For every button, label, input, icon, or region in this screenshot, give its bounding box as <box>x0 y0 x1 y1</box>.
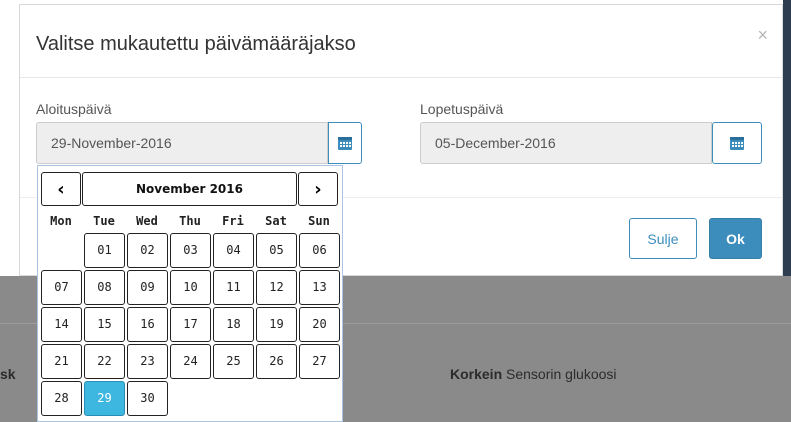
calendar-day[interactable]: 16 <box>127 307 168 342</box>
calendar-day[interactable]: 15 <box>84 307 125 342</box>
weekday-header: Thu <box>179 214 201 228</box>
calendar-day[interactable]: 07 <box>41 270 82 305</box>
background-label-bold: Korkein <box>450 366 503 382</box>
calendar-day[interactable]: 21 <box>41 344 82 379</box>
calendar-day[interactable]: 01 <box>84 233 125 268</box>
calendar-day[interactable]: 03 <box>170 233 211 268</box>
weekday-header: Tue <box>93 214 115 228</box>
weekday-header: Sun <box>308 214 330 228</box>
calendar-day[interactable]: 22 <box>84 344 125 379</box>
start-date-input[interactable]: 29-November-2016 <box>36 122 328 164</box>
calendar-day[interactable]: 27 <box>299 344 340 379</box>
calendar-day-selected[interactable]: 29 <box>84 381 125 416</box>
calendar-day[interactable]: 18 <box>213 307 254 342</box>
start-date-label: Aloituspäivä <box>36 101 112 117</box>
background-label-fragment: sk <box>0 366 16 382</box>
calendar-day[interactable]: 09 <box>127 270 168 305</box>
calendar-icon <box>730 137 744 150</box>
calendar-icon <box>338 137 352 150</box>
weekday-header: Mon <box>50 214 72 228</box>
close-button[interactable]: Sulje <box>629 218 697 259</box>
month-title-button[interactable]: November 2016 <box>82 172 297 206</box>
calendar-day[interactable]: 23 <box>127 344 168 379</box>
ok-button[interactable]: Ok <box>709 218 762 259</box>
calendar-day[interactable]: 05 <box>256 233 297 268</box>
calendar-day[interactable]: 06 <box>299 233 340 268</box>
calendar-day[interactable]: 20 <box>299 307 340 342</box>
end-date-input[interactable]: 05-December-2016 <box>420 122 712 164</box>
end-date-calendar-button[interactable] <box>712 122 762 164</box>
calendar-day[interactable]: 26 <box>256 344 297 379</box>
next-month-button[interactable]: › <box>298 172 338 206</box>
calendar-day[interactable]: 11 <box>213 270 254 305</box>
weekday-header: Sat <box>265 214 287 228</box>
calendar-day[interactable]: 30 <box>127 381 168 416</box>
calendar-day[interactable]: 19 <box>256 307 297 342</box>
start-date-calendar-button[interactable] <box>328 122 362 164</box>
calendar-day[interactable]: 12 <box>256 270 297 305</box>
calendar-day[interactable]: 28 <box>41 381 82 416</box>
background-label-highest-glucose: Korkein Sensorin glukoosi <box>450 366 617 382</box>
end-date-label: Lopetuspäivä <box>420 101 504 117</box>
calendar-day[interactable]: 17 <box>170 307 211 342</box>
weekday-header: Fri <box>222 214 244 228</box>
datepicker-popup: ‹ November 2016 › Mon Tue Wed Thu Fri Sat Sun 0… <box>37 165 343 422</box>
calendar-day[interactable]: 04 <box>213 233 254 268</box>
background-sidebar-edge <box>783 0 791 276</box>
calendar-day[interactable]: 25 <box>213 344 254 379</box>
modal-header: Valitse mukautettu päivämääräjakso × <box>20 5 782 78</box>
calendar-day[interactable]: 13 <box>299 270 340 305</box>
modal-title: Valitse mukautettu päivämääräjakso <box>36 33 356 55</box>
background-label-rest: Sensorin glukoosi <box>502 366 617 382</box>
calendar-day[interactable]: 08 <box>84 270 125 305</box>
calendar-day[interactable]: 02 <box>127 233 168 268</box>
previous-month-button[interactable]: ‹ <box>41 172 81 206</box>
close-icon[interactable]: × <box>757 25 768 46</box>
weekday-header: Wed <box>136 214 158 228</box>
calendar-day[interactable]: 14 <box>41 307 82 342</box>
calendar-day[interactable]: 24 <box>170 344 211 379</box>
calendar-day[interactable]: 10 <box>170 270 211 305</box>
